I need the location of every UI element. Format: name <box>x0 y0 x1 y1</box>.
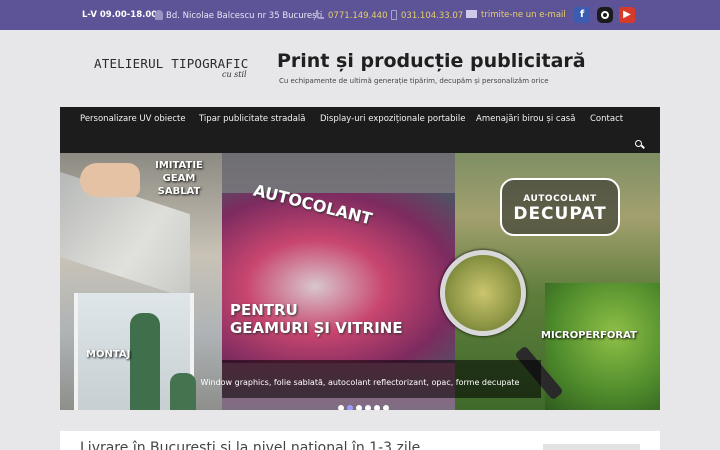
hero-slider[interactable]: IMITAȚIE GEAM SABLAT MONTAJ AUTOCOLANT P… <box>60 153 660 410</box>
sidebar-box <box>543 444 640 450</box>
site-title: Print și producție publicitară <box>277 50 586 72</box>
address: Bd. Nicolae Balcescu nr 35 București <box>155 10 322 21</box>
nav-item-personalizare-uv[interactable]: Personalizare UV obiecte <box>80 114 186 124</box>
label-microperforat: MICROPERFORAT <box>541 330 637 341</box>
youtube-icon[interactable]: ▶ <box>619 7 635 23</box>
logo-subtitle: cu stil <box>222 70 247 79</box>
slider-dot-4[interactable] <box>365 405 371 410</box>
slider-dot-5[interactable] <box>374 405 380 410</box>
top-bar: L-V 09.00-18.00 Bd. Nicolae Balcescu nr … <box>0 0 720 30</box>
hand-image <box>80 163 140 197</box>
slide-panel-sablat: IMITAȚIE GEAM SABLAT MONTAJ <box>60 153 222 410</box>
phone-2-text[interactable]: 031.104.33.07 <box>401 11 463 21</box>
worker-image-2 <box>170 373 196 410</box>
logo-text[interactable]: ATELIERUL TIPOGRAFIC <box>94 56 249 71</box>
label-montaj: MONTAJ <box>86 349 131 360</box>
phone-icon <box>316 10 324 19</box>
search-icon[interactable] <box>635 140 642 147</box>
slide-caption: Window graphics, folie sablată, autocola… <box>200 378 520 387</box>
email-icon <box>466 10 477 18</box>
nav-item-amenajari[interactable]: Amenajări birou și casă <box>476 114 575 124</box>
label-pentru: PENTRU <box>230 301 298 319</box>
address-text: Bd. Nicolae Balcescu nr 35 București <box>166 11 323 21</box>
facebook-icon[interactable]: f <box>574 7 590 23</box>
slider-dot-6[interactable] <box>383 405 389 410</box>
decupat-badge: AUTOCOLANT DECUPAT <box>500 178 620 236</box>
slider-dot-2[interactable] <box>347 405 353 410</box>
email-link[interactable]: trimite-ne un e-mail <box>466 10 566 20</box>
location-icon <box>155 10 163 20</box>
label-geamuri-vitrine: GEAMURI ȘI VITRINE <box>230 319 403 337</box>
main-navigation: Personalizare UV obiecte Tipar publicita… <box>60 107 660 153</box>
badge-autocolant: AUTOCOLANT <box>523 194 597 204</box>
opening-hours: L-V 09.00-18.00 <box>82 10 158 20</box>
content-heading: Livrare în București și la nivel naționa… <box>80 440 421 450</box>
label-imitatie-geam-sablat: IMITAȚIE GEAM SABLAT <box>155 160 203 197</box>
instagram-icon[interactable] <box>597 7 613 23</box>
magnifier-image <box>440 250 526 336</box>
slider-dot-1[interactable] <box>338 405 344 410</box>
mobile-icon <box>391 10 397 20</box>
badge-decupat: DECUPAT <box>513 204 607 224</box>
site-tagline: Cu echipamente de ultimă generație tipăr… <box>279 77 549 85</box>
phone-link-1[interactable]: 0771.149.440 <box>316 10 387 21</box>
nav-item-contact[interactable]: Contact <box>590 114 623 124</box>
slider-pagination <box>338 396 392 410</box>
label-pentru-geamuri: PENTRU GEAMURI ȘI VITRINE <box>230 301 403 337</box>
nav-item-display-uri[interactable]: Display-uri expoziționale portabile <box>320 114 466 124</box>
slider-dot-3[interactable] <box>356 405 362 410</box>
phone-1-text[interactable]: 0771.149.440 <box>328 11 387 21</box>
worker-image <box>130 313 160 410</box>
email-link-text[interactable]: trimite-ne un e-mail <box>481 10 566 20</box>
nav-item-tipar-publicitate[interactable]: Tipar publicitate stradală <box>199 114 305 124</box>
phone-link-2[interactable]: 031.104.33.07 <box>391 10 463 21</box>
